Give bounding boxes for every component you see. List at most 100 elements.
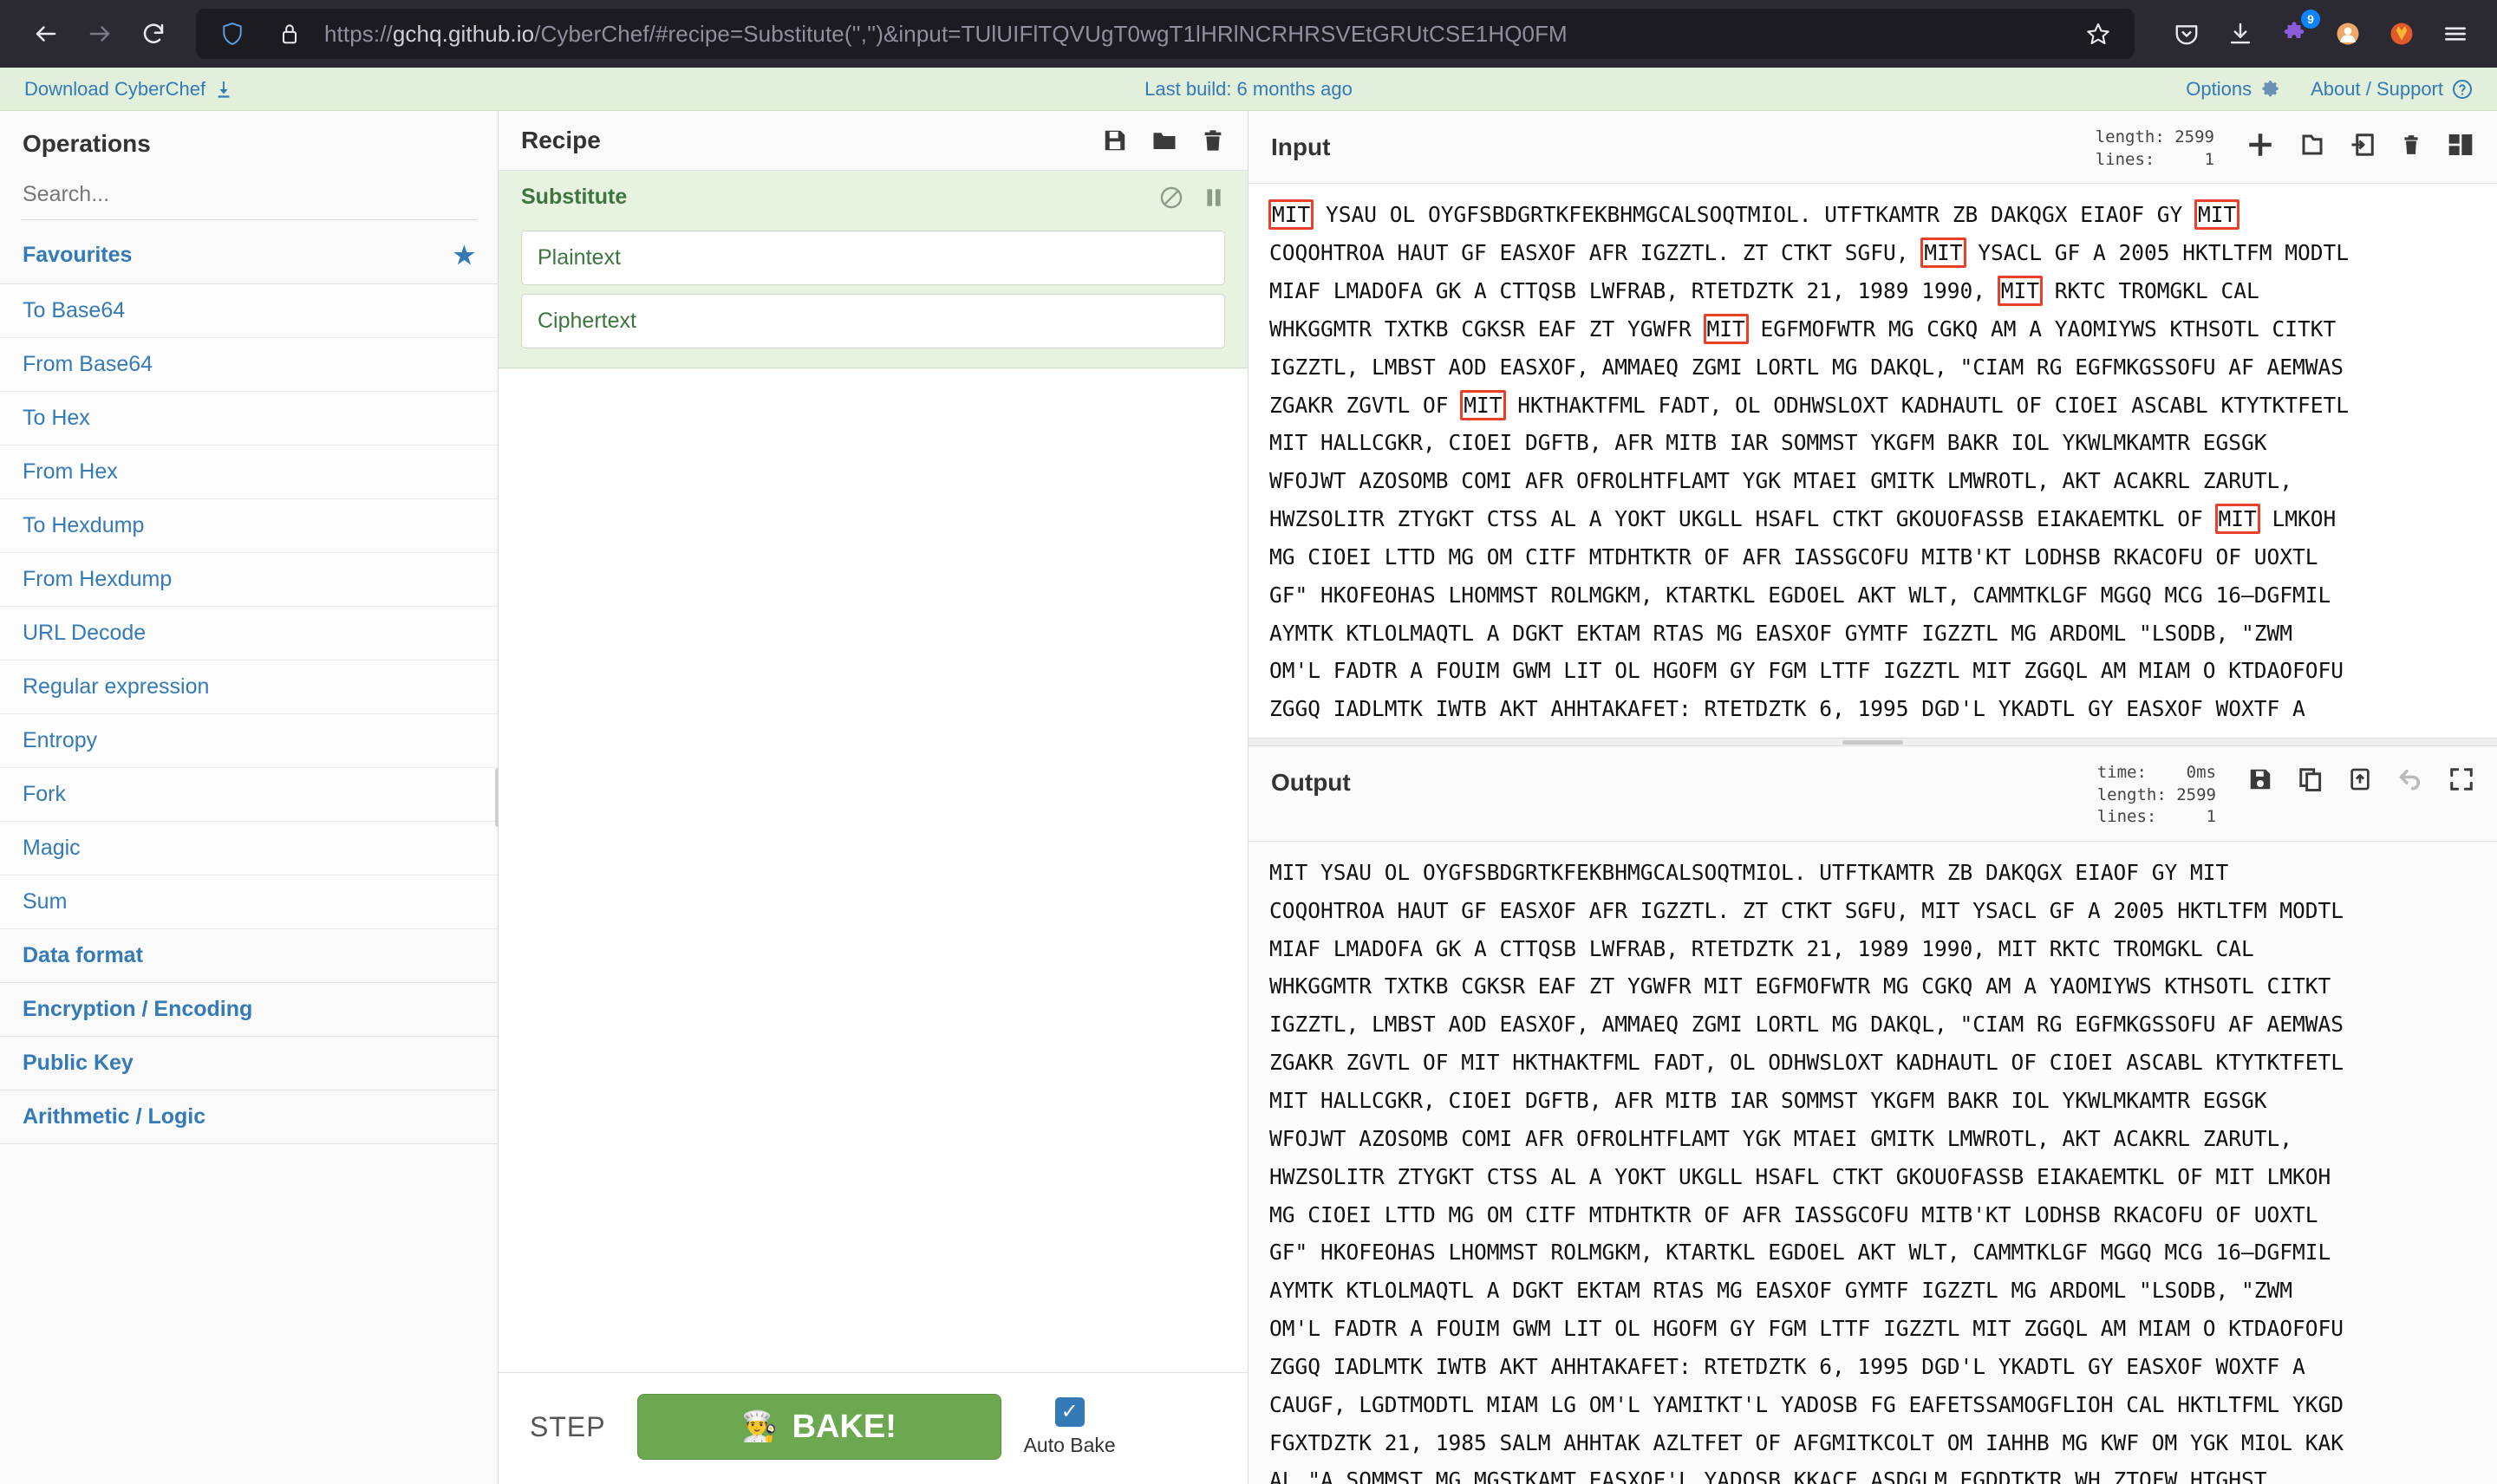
highlight-match: MIT xyxy=(2214,504,2260,535)
cyberchef-banner: Download CyberChef Last build: 6 months … xyxy=(0,68,2497,111)
back-button[interactable] xyxy=(19,7,73,61)
sidebar-item-from-base64[interactable]: From Base64 xyxy=(0,338,498,392)
sidebar-item-from-hex[interactable]: From Hex xyxy=(0,446,498,499)
profile-avatar[interactable] xyxy=(2325,11,2370,56)
sidebar-category-encryption-encoding[interactable]: Encryption / Encoding xyxy=(0,983,498,1037)
recipe-pane: Recipe Substitute Plaintext Ciphertext S… xyxy=(499,111,1248,1484)
open-file-icon[interactable] xyxy=(2350,131,2376,159)
trash-icon[interactable] xyxy=(2400,131,2422,159)
folder-open-icon[interactable] xyxy=(2299,131,2325,159)
io-pane: Input length: 2599 lines: 1 MIT YSAU OL … xyxy=(1248,111,2497,1484)
input-text-run: MIAF LMADOFA GK A CTTQSB LWFRAB, RTETDZT… xyxy=(1269,277,1998,303)
sidebar-item-to-hexdump[interactable]: To Hexdump xyxy=(0,499,498,553)
highlight-match: MIT xyxy=(1997,275,2044,306)
input-text-run: EGFMOFWTR MG CGKQ AM A YAOMIYWS KTHSOTL … xyxy=(1747,316,2337,342)
forward-button[interactable] xyxy=(73,7,127,61)
output-text-line: FGXTDZTK 21, 1985 SALM AHHTAK AZLTFET OF… xyxy=(1269,1429,2344,1455)
sidebar-item-regular-expression[interactable]: Regular expression xyxy=(0,661,498,714)
sidebar-category-public-key[interactable]: Public Key xyxy=(0,1037,498,1090)
pocket-icon[interactable] xyxy=(2164,11,2209,56)
input-meta: length: 2599 lines: 1 xyxy=(2095,127,2214,169)
sidebar-item-url-decode[interactable]: URL Decode xyxy=(0,607,498,661)
chef-icon: 👨‍🍳 xyxy=(741,1410,779,1443)
about-support-link[interactable]: About / Support xyxy=(2311,78,2473,101)
recipe-arg-plaintext[interactable]: Plaintext xyxy=(521,231,1225,285)
account-icon[interactable] xyxy=(2379,11,2424,56)
download-cyberchef-label: Download CyberChef xyxy=(24,77,206,100)
copy-icon[interactable] xyxy=(2298,765,2324,793)
replace-input-icon[interactable] xyxy=(2348,765,2372,793)
trash-icon[interactable] xyxy=(1201,127,1225,153)
save-icon[interactable] xyxy=(2247,765,2273,793)
input-section: Input length: 2599 lines: 1 MIT YSAU OL … xyxy=(1248,111,2497,738)
folder-icon[interactable] xyxy=(1151,127,1178,153)
recipe-arg-ciphertext[interactable]: Ciphertext xyxy=(521,294,1225,348)
last-build-text: Last build: 6 months ago xyxy=(1144,77,1353,100)
menu-button[interactable] xyxy=(2433,11,2478,56)
bake-button[interactable]: 👨‍🍳 BAKE! xyxy=(636,1394,1001,1460)
undo-icon[interactable] xyxy=(2396,765,2424,793)
back-arrow-icon xyxy=(36,26,56,42)
shield-icon[interactable] xyxy=(210,11,255,56)
output-text-line: MG CIOEI LTTD MG OM CITF MTDHTKTR OF AFR… xyxy=(1269,1201,2318,1227)
fox-icon xyxy=(2390,23,2413,45)
sidebar-item-fork[interactable]: Fork xyxy=(0,768,498,822)
input-header: Input length: 2599 lines: 1 xyxy=(1248,111,2497,185)
sidebar-item-magic[interactable]: Magic xyxy=(0,822,498,875)
downloads-icon[interactable] xyxy=(2218,11,2263,56)
tabs-icon[interactable] xyxy=(2447,131,2474,159)
input-text-run: AYMTK KTLOLMAQTL A DGKT EKTAM RTAS MG EA… xyxy=(1269,620,2293,646)
input-text-run: HKTHAKTFML FADT, OL ODHWSLOXT KADHAUTL O… xyxy=(1504,392,2350,418)
input-text-run: OM'L FADTR A FOUIM GWM LIT OL HGOFM GY F… xyxy=(1269,658,2344,684)
sidebar-item-entropy[interactable]: Entropy xyxy=(0,714,498,768)
star-icon[interactable] xyxy=(2076,11,2121,56)
sidebar-item-sum[interactable]: Sum xyxy=(0,875,498,929)
lock-icon[interactable] xyxy=(267,11,312,56)
reload-button[interactable] xyxy=(127,7,180,61)
sidebar-category-arithmetic-logic[interactable]: Arithmetic / Logic xyxy=(0,1090,498,1144)
output-text-line: AYMTK KTLOLMAQTL A DGKT EKTAM RTAS MG EA… xyxy=(1269,1278,2293,1304)
auto-bake-label: Auto Bake xyxy=(1023,1433,1116,1456)
input-text-run: YSAU OL OYGFSBDGRTKFEKBHMGCALSOQTMIOL. U… xyxy=(1313,202,2196,228)
hamburger-menu-icon xyxy=(2445,27,2466,41)
recipe-operation-substitute[interactable]: Substitute Plaintext Ciphertext xyxy=(499,171,1248,368)
sidebar-item-from-hexdump[interactable]: From Hexdump xyxy=(0,553,498,607)
output-text-line: IGZZTL, LMBST AOD EASXOF, AMMAEQ ZGMI LO… xyxy=(1269,1012,2344,1038)
options-label: Options xyxy=(2186,77,2253,100)
input-text-run: WFOJWT AZOSOMB COMI AFR OFROLHTFLAMT YGK… xyxy=(1269,468,2293,494)
highlight-match: MIT xyxy=(1703,313,1749,344)
sidebar-category-data-format[interactable]: Data format xyxy=(0,929,498,983)
highlight-match: MIT xyxy=(1460,389,1506,420)
disable-circle-icon[interactable] xyxy=(1159,186,1183,210)
plus-icon[interactable] xyxy=(2246,130,2275,159)
output-title: Output xyxy=(1271,769,1351,796)
operations-title: Operations xyxy=(23,130,151,157)
pause-breakpoint-icon[interactable] xyxy=(1203,186,1225,210)
url-text[interactable]: https://gchq.github.io/CyberChef/#recipe… xyxy=(324,21,2063,48)
auto-bake-checkbox[interactable]: ✓ xyxy=(1054,1396,1085,1427)
sidebar-item-to-hex[interactable]: To Hex xyxy=(0,392,498,446)
output-text-line: CAUGF, LGDTMODTL MIAM LG OM'L YAMITKT'L … xyxy=(1269,1391,2344,1417)
url-bar[interactable]: https://gchq.github.io/CyberChef/#recipe… xyxy=(196,9,2135,59)
output-meta: time: 0ms length: 2599 lines: 1 xyxy=(2096,763,2216,827)
search-input[interactable] xyxy=(21,175,477,220)
download-cyberchef-link[interactable]: Download CyberChef xyxy=(24,78,233,101)
sidebar-item-to-base64[interactable]: To Base64 xyxy=(0,284,498,338)
input-text-run: MG CIOEI LTTD MG OM CITF MTDHTKTR OF AFR… xyxy=(1269,543,2318,570)
input-text-run: WHKGGMTR TXTKB CGKSR EAF ZT YGWFR xyxy=(1269,316,1705,342)
options-link[interactable]: Options xyxy=(2186,78,2281,101)
sidebar-category-favourites[interactable]: Favourites ★ xyxy=(0,227,498,284)
step-button[interactable]: STEP xyxy=(521,1406,615,1448)
maximise-icon[interactable] xyxy=(2448,766,2474,792)
extension-icon[interactable]: 9 xyxy=(2272,10,2320,56)
output-textarea[interactable]: MIT YSAU OL OYGFSBDGRTKFEKBHMGCALSOQTMIO… xyxy=(1248,841,2497,1484)
io-splitter[interactable] xyxy=(1248,738,2497,746)
auto-bake-control[interactable]: ✓ Auto Bake xyxy=(1023,1396,1116,1457)
input-text-run: LMKOH xyxy=(2259,506,2337,532)
save-icon[interactable] xyxy=(1102,127,1128,153)
input-header-icons xyxy=(2246,125,2474,159)
input-text-run: GF" HKOFEOHAS LHOMMST ROLMGKM, KTARTKL E… xyxy=(1269,582,2331,608)
reload-icon xyxy=(143,23,164,43)
input-text-run: COQOHTROA HAUT GF EASXOF AFR IGZZTL. ZT … xyxy=(1269,240,1922,266)
input-textarea[interactable]: MIT YSAU OL OYGFSBDGRTKFEKBHMGCALSOQTMIO… xyxy=(1248,184,2497,738)
